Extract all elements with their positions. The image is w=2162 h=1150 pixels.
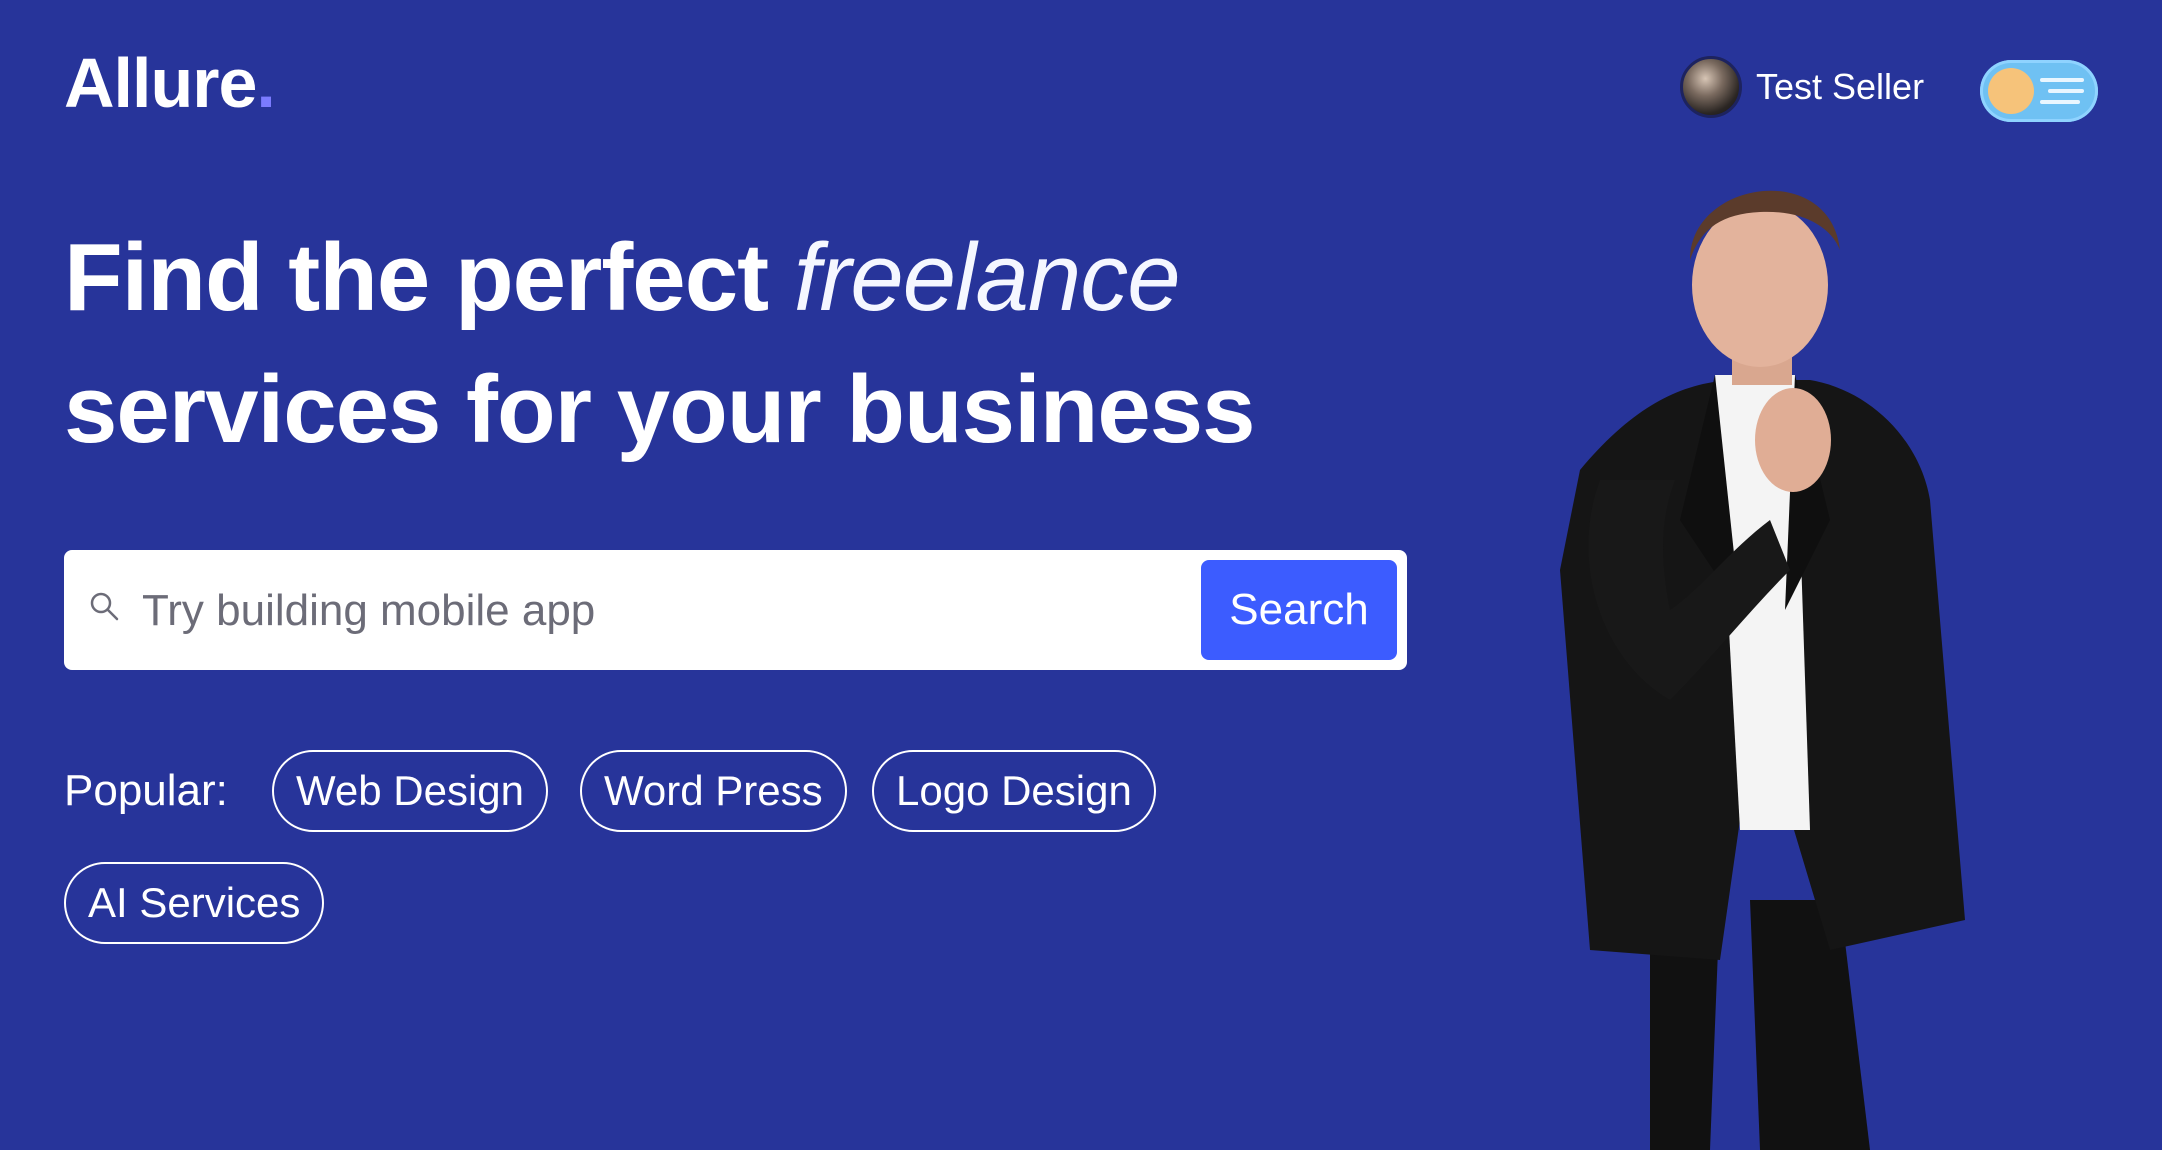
brand-logo[interactable]: Allure. bbox=[64, 48, 276, 118]
hero-title: Find the perfect freelance services for … bbox=[64, 212, 1464, 476]
popular-label: Popular: bbox=[64, 766, 228, 815]
hero-title-line1: Find the perfect bbox=[64, 224, 794, 331]
hero-title-line2: services for your business bbox=[64, 356, 1256, 463]
search-bar: Search bbox=[64, 550, 1407, 670]
brand-dot: . bbox=[256, 44, 275, 122]
hero-person-image bbox=[1560, 190, 1965, 1150]
user-menu[interactable]: Test Seller bbox=[1680, 56, 1924, 118]
search-button[interactable]: Search bbox=[1201, 560, 1397, 660]
search-icon bbox=[90, 592, 119, 621]
search-input[interactable] bbox=[140, 566, 1244, 656]
user-name: Test Seller bbox=[1756, 66, 1925, 107]
avatar[interactable] bbox=[1680, 56, 1742, 118]
tag-web-design[interactable]: Web Design bbox=[272, 750, 549, 832]
sun-toggle-icon bbox=[1988, 68, 2034, 114]
theme-toggle[interactable] bbox=[1980, 60, 2098, 122]
toggle-lines-icon bbox=[2040, 78, 2088, 104]
tag-word-press[interactable]: Word Press bbox=[580, 750, 847, 832]
tag-ai-services[interactable]: AI Services bbox=[64, 862, 325, 944]
hero-title-accent: freelance bbox=[793, 224, 1181, 331]
tag-logo-design[interactable]: Logo Design bbox=[872, 750, 1156, 832]
hero-section: Find the perfect freelance services for … bbox=[64, 212, 1464, 476]
brand-name: Allure bbox=[64, 44, 257, 122]
